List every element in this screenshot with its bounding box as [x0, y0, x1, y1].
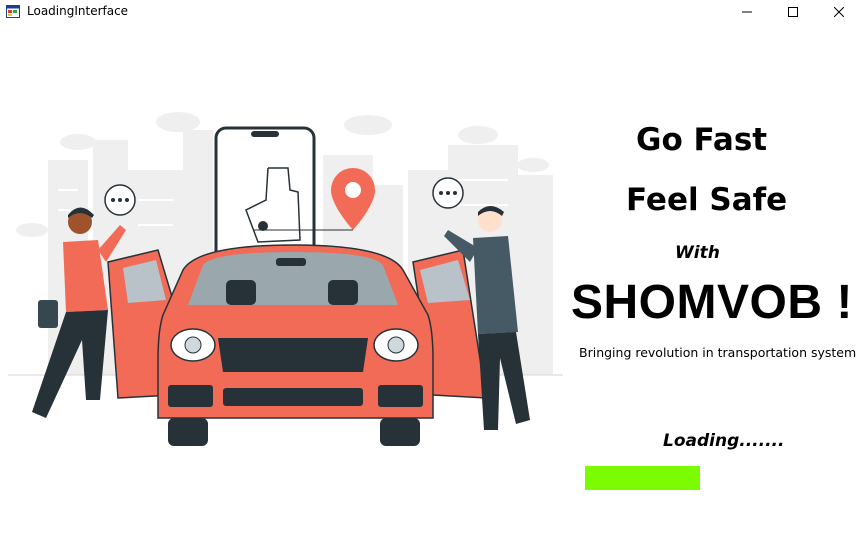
- minimize-button[interactable]: [724, 0, 770, 24]
- title-bar: LoadingInterface: [0, 0, 862, 24]
- app-window-icon: [6, 5, 20, 18]
- maximize-button[interactable]: [770, 0, 816, 24]
- headline-with: With: [675, 243, 720, 263]
- brand-name: SHOMVOB !: [571, 276, 853, 329]
- brand-tagline: Bringing revolution in transportation sy…: [579, 345, 857, 360]
- speech-bubble-left: [104, 184, 136, 216]
- car-sharing-illustration: [8, 112, 563, 446]
- headline-go-fast: Go Fast: [636, 122, 768, 158]
- speech-bubble-right: [432, 177, 464, 209]
- loading-progress-fill: [585, 466, 700, 490]
- red-car: [107, 244, 487, 446]
- headline-feel-safe: Feel Safe: [626, 182, 788, 218]
- minimize-icon: [742, 11, 752, 13]
- loading-progress-bar: [585, 466, 815, 490]
- close-icon: [834, 7, 844, 17]
- close-button[interactable]: [816, 0, 862, 24]
- window-title: LoadingInterface: [27, 4, 129, 18]
- maximize-icon: [788, 7, 798, 17]
- loading-label: Loading.......: [663, 431, 785, 451]
